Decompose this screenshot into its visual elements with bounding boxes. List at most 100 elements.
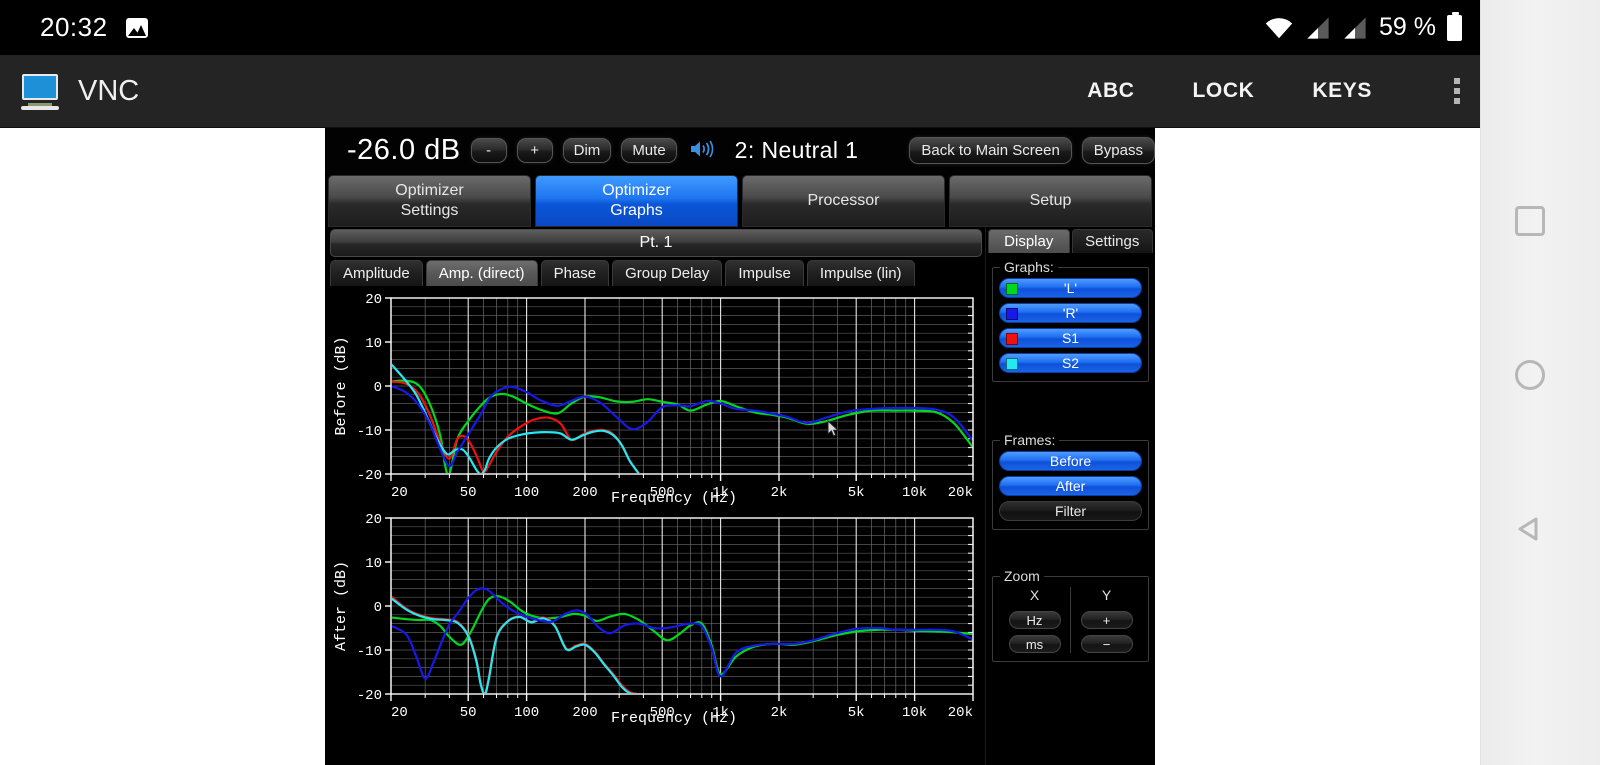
bypass-button[interactable]: Bypass (1081, 137, 1155, 164)
subtab-impulse-lin[interactable]: Impulse (lin) (806, 260, 915, 286)
square-recents-icon[interactable] (1515, 206, 1545, 236)
frame-toggle-filter[interactable]: Filter (999, 501, 1142, 521)
frame-toggle-after[interactable]: After (999, 476, 1142, 496)
panel-tab-display[interactable]: Display (988, 229, 1070, 253)
zoom-x-heading: X (1029, 587, 1040, 603)
status-bar-right: 59 % (1264, 11, 1462, 42)
status-bar-left: 20:32 (40, 12, 148, 43)
vnc-brand: VNC (20, 74, 139, 110)
image-icon (125, 17, 148, 38)
graph-type-tab-bar: Amplitude Amp. (direct) Phase Group Dela… (325, 257, 985, 286)
android-nav-rail (1480, 0, 1600, 765)
svg-text:2k: 2k (771, 705, 788, 721)
subtab-amp-direct[interactable]: Amp. (direct) (425, 260, 538, 286)
zoom-y-out-button[interactable]: − (1080, 635, 1133, 653)
db-readout: -26.0 dB (347, 134, 461, 166)
tab-line-1: Optimizer (395, 182, 464, 199)
subtab-impulse[interactable]: Impulse (725, 260, 804, 286)
chart-after: 20 10 0 -10 -20 20 50 100 200 500 1k 2k 5k 10k 20k Freq… (329, 510, 977, 728)
svg-text:Frequency (Hz): Frequency (Hz) (611, 710, 737, 727)
svg-text:-20: -20 (357, 468, 382, 484)
kebab-menu-icon[interactable] (1454, 78, 1460, 104)
svg-text:100: 100 (514, 705, 539, 721)
measurement-point-bar[interactable]: Pt. 1 (330, 229, 982, 257)
triangle-back-icon[interactable] (1515, 514, 1545, 544)
volume-up-button[interactable]: + (516, 138, 553, 163)
svg-text:After (dB): After (dB) (333, 561, 350, 651)
color-swatch-r (1006, 308, 1018, 320)
svg-text:5k: 5k (848, 485, 865, 501)
svg-text:0: 0 (374, 380, 382, 396)
graphs-column: Pt. 1 Amplitude Amp. (direct) Phase Grou… (325, 227, 985, 765)
lock-button[interactable]: LOCK (1193, 79, 1255, 103)
zoom-y-heading: Y (1101, 587, 1112, 603)
app-body: Pt. 1 Amplitude Amp. (direct) Phase Grou… (325, 227, 1155, 765)
display-panel: Display Settings Graphs: 'L' 'R' S1 S2 F… (985, 227, 1155, 765)
graph-toggle-s2-label: S2 (1061, 355, 1080, 371)
subtab-amplitude[interactable]: Amplitude (330, 260, 423, 286)
color-swatch-s2 (1006, 358, 1018, 370)
graph-toggle-l[interactable]: 'L' (999, 278, 1142, 298)
monitor-icon (20, 74, 62, 110)
tab-line-1: Processor (807, 192, 880, 209)
svg-text:50: 50 (460, 705, 477, 721)
tab-line-2: Graphs (610, 202, 663, 219)
back-to-main-screen-button[interactable]: Back to Main Screen (909, 137, 1072, 164)
abc-button[interactable]: ABC (1087, 79, 1134, 103)
svg-text:2k: 2k (771, 485, 788, 501)
zoom-grid: X Hz ms Y + − (999, 587, 1142, 653)
graphs-group-title: Graphs: (1000, 259, 1058, 275)
battery-percent-label: 59 % (1379, 13, 1436, 41)
signal-bars-icon (1344, 16, 1366, 39)
tab-line-2: Settings (400, 202, 459, 219)
svg-text:10: 10 (365, 556, 382, 572)
chart-before-svg: 20100-10-2020 50 100 200 500 1k 2k 5k 10k 20kFreq… (329, 290, 977, 508)
speaker-volume-icon[interactable] (689, 139, 715, 163)
tab-processor[interactable]: Processor (742, 175, 945, 227)
tab-optimizer-graphs[interactable]: Optimizer Graphs (535, 175, 738, 227)
svg-text:-20: -20 (357, 688, 382, 704)
graph-toggle-s2[interactable]: S2 (999, 353, 1142, 373)
zoom-y-in-button[interactable]: + (1080, 611, 1133, 629)
wifi-icon (1265, 17, 1293, 38)
frames-group-title: Frames: (1000, 432, 1060, 448)
svg-text:20: 20 (391, 705, 408, 721)
charts-container: 20 10 0 -10 -20 20 50 100 200 500 1k 2k 5k 10k 20k Freq… (325, 286, 985, 728)
color-swatch-s1 (1006, 333, 1018, 345)
zoom-x-column: X Hz ms (999, 587, 1071, 653)
zoom-x-ms-button[interactable]: ms (1008, 635, 1061, 653)
frames-group: Frames: Before After Filter (992, 432, 1149, 530)
zoom-x-hz-button[interactable]: Hz (1008, 611, 1061, 629)
graph-toggle-r[interactable]: 'R' (999, 303, 1142, 323)
chart-before: 20 10 0 -10 -20 20 50 100 200 500 1k 2k 5k 10k 20k Freq… (329, 290, 977, 508)
frame-toggle-before[interactable]: Before (999, 451, 1142, 471)
tab-optimizer-settings[interactable]: Optimizer Settings (328, 175, 531, 227)
circle-home-icon[interactable] (1515, 360, 1545, 390)
tab-setup[interactable]: Setup (949, 175, 1152, 227)
chart-after-svg: 20100-10-2020 50 100 200 500 1k 2k 5k 10k 20kFreq… (329, 510, 977, 728)
dim-button[interactable]: Dim (562, 138, 612, 163)
svg-text:100: 100 (514, 485, 539, 501)
svg-text:200: 200 (572, 485, 597, 501)
subtab-group-delay[interactable]: Group Delay (612, 260, 723, 286)
zoom-group: Zoom X Hz ms Y + − (992, 568, 1149, 662)
volume-down-button[interactable]: - (470, 138, 507, 163)
graph-toggle-r-label: 'R' (1062, 305, 1079, 321)
android-status-bar: 20:32 59 % (0, 0, 1480, 55)
main-tab-bar: Optimizer Settings Optimizer Graphs Proc… (325, 173, 1155, 227)
svg-text:10: 10 (365, 336, 382, 352)
vnc-toolbar: VNC ABC LOCK KEYS (0, 55, 1480, 128)
keys-button[interactable]: KEYS (1312, 79, 1372, 103)
screen-root: 20:32 59 % VNC ABC LOCK KEYS -26.0 dB - … (0, 0, 1600, 765)
battery-icon (1447, 11, 1462, 41)
svg-text:20k: 20k (948, 485, 973, 501)
volume-control-strip: -26.0 dB - + Dim Mute 2: Neutral 1 Back … (325, 128, 1155, 173)
graph-toggle-l-label: 'L' (1063, 280, 1078, 296)
panel-tab-bar: Display Settings (986, 227, 1155, 253)
panel-tab-settings[interactable]: Settings (1071, 229, 1153, 253)
graph-toggle-s1[interactable]: S1 (999, 328, 1142, 348)
subtab-phase[interactable]: Phase (540, 260, 610, 286)
mute-button[interactable]: Mute (621, 138, 677, 163)
svg-text:10k: 10k (902, 705, 927, 721)
svg-text:Before (dB): Before (dB) (333, 336, 350, 435)
